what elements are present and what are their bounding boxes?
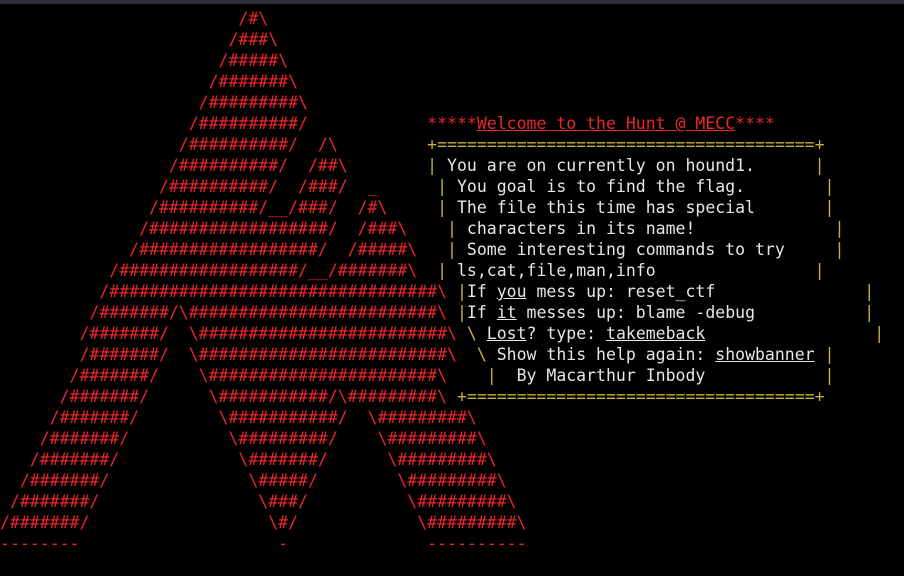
ascii-art-segment: /##################/__/#######\ xyxy=(0,261,418,280)
ascii-art-segment: /##################/ /#####\ xyxy=(0,240,418,259)
banner-border-segment: | xyxy=(655,261,825,280)
banner-border-segment: | xyxy=(407,219,467,238)
banner-text-segment: you xyxy=(496,282,527,301)
terminal-line: /#######/ \###/ \#########\ xyxy=(0,491,884,512)
banner-text-segment: takemeback xyxy=(606,324,706,343)
terminal-line: /#######/ \#########################\ \ … xyxy=(0,344,884,365)
ascii-art-segment: /###\ xyxy=(0,30,279,49)
ascii-art-segment: /#######/ \#/ \#########\ xyxy=(0,513,527,532)
terminal-line: /#######/ \#########################\ \ … xyxy=(0,323,884,344)
terminal-line: /##################/ /###\ | characters … xyxy=(0,218,884,239)
banner-text-segment: Show this help again: xyxy=(496,345,716,364)
terminal-line: /#######/ \###########/ \#########\ xyxy=(0,407,884,428)
banner-border-segment: | xyxy=(447,282,467,301)
ascii-art-segment: **** xyxy=(735,114,775,133)
terminal-line: /#######/ \#########/ \#########\ xyxy=(0,428,884,449)
banner-border-segment: | xyxy=(705,324,885,343)
ascii-art-segment: /#######/ \###########/\#########\ xyxy=(0,387,448,406)
banner-text-segment: By Macarthur Inbody xyxy=(516,366,706,385)
banner-border-segment: | xyxy=(417,261,457,280)
ascii-art-segment: /##########/__/###/ /#\ xyxy=(0,198,388,217)
banner-text-segment: Lost xyxy=(486,324,527,343)
banner-border-segment: | xyxy=(695,219,845,238)
banner-border-segment: +======================================+ xyxy=(337,135,825,154)
ascii-art-segment: Welcome to the Hunt @ MECC xyxy=(476,114,736,133)
terminal-line: /#######/ \#####/ \#########\ xyxy=(0,470,884,491)
banner-text-segment: You goal is to find the flag. xyxy=(456,177,746,196)
banner-border-segment: \ xyxy=(456,345,497,364)
banner-text-segment: ls,cat,file,man,info xyxy=(456,261,656,280)
terminal-line: /##########/__/###/ /#\ | The file this … xyxy=(0,197,884,218)
terminal-line: /#######/ \#/ \#########\ xyxy=(0,512,884,533)
ascii-art-segment: /##################/ /###\ xyxy=(0,219,408,238)
banner-text-segment: ? type: xyxy=(526,324,607,343)
ascii-art-segment: ***** xyxy=(307,114,477,133)
terminal-line: /##########/ /###/ _ | You goal is to fi… xyxy=(0,176,884,197)
ascii-art-segment: /#######/ \###########/ \#########\ xyxy=(0,408,477,427)
ascii-art-segment: /#######/ \#######################\ xyxy=(0,366,448,385)
terminal-line: /#########\ xyxy=(0,92,884,113)
ascii-art-segment: /##########/ /###/ _ xyxy=(0,177,378,196)
banner-border-segment: | xyxy=(755,303,875,322)
ascii-art-segment: /##########/ xyxy=(0,114,308,133)
banner-border-segment: | xyxy=(754,198,835,217)
ascii-art-segment: /#########\ xyxy=(0,93,308,112)
ascii-art-segment: /#######/ \#######/ \#########\ xyxy=(0,450,497,469)
terminal-output: /#\ /###\ /#####\ /#######\ /#########\ … xyxy=(0,8,884,554)
ascii-art-segment: /#######/ \###/ \#########\ xyxy=(0,492,517,511)
banner-border-segment: | xyxy=(347,156,448,175)
ascii-art-segment: /#######/\#########################\ xyxy=(0,303,448,322)
terminal-line: /#####\ xyxy=(0,50,884,71)
banner-border-segment: | xyxy=(387,198,457,217)
banner-border-segment: | xyxy=(377,177,457,196)
banner-text-segment: If xyxy=(466,303,497,322)
terminal-line: /#################################\ |If … xyxy=(0,281,884,302)
banner-text-segment: The file this time has special xyxy=(456,198,755,217)
terminal-line: /#######/ \#######/ \#########\ xyxy=(0,449,884,470)
banner-text-segment: showbanner xyxy=(715,345,815,364)
ascii-art-segment: /#######/ \#########################\ xyxy=(0,345,457,364)
ascii-art-segment: /#\ xyxy=(0,9,269,28)
terminal-window[interactable]: /#\ /###\ /#####\ /#######\ /#########\ … xyxy=(0,0,904,576)
banner-border-segment: | xyxy=(417,240,467,259)
terminal-line: /#######\ xyxy=(0,71,884,92)
ascii-art-segment: /#######/ \#########/ \#########\ xyxy=(0,429,487,448)
terminal-line: /#######/ \#######################\ | By… xyxy=(0,365,884,386)
banner-border-segment: | xyxy=(447,303,467,322)
ascii-art-segment: /#######/ \#####/ \#########\ xyxy=(0,471,507,490)
banner-border-segment: | xyxy=(447,366,517,385)
banner-text-segment: it xyxy=(496,303,517,322)
banner-border-segment: | xyxy=(814,345,835,364)
terminal-line: /#######/ \###########/\#########\ +====… xyxy=(0,386,884,407)
banner-text-segment: messes up: blame -debug xyxy=(516,303,756,322)
banner-border-segment: | xyxy=(784,240,845,259)
terminal-line: /##########/ /\ +=======================… xyxy=(0,134,884,155)
ascii-art-segment: /##########/ /##\ xyxy=(0,156,348,175)
ascii-art-segment: /#####\ xyxy=(0,51,289,70)
ascii-art-segment: /#######/ \#########################\ xyxy=(0,324,457,343)
banner-text-segment: If xyxy=(466,282,497,301)
banner-border-segment: +===================================+ xyxy=(447,387,825,406)
ascii-art-segment: /#################################\ xyxy=(0,282,448,301)
banner-border-segment: | xyxy=(705,366,835,385)
terminal-line: /##################/ /#####\ | Some inte… xyxy=(0,239,884,260)
banner-border-segment: | xyxy=(715,282,875,301)
terminal-line: -------- - ---------- xyxy=(0,533,884,554)
banner-text-segment: mess up: reset_ctf xyxy=(526,282,716,301)
terminal-line: /##########/ /##\ | You are on currently… xyxy=(0,155,884,176)
terminal-line: /###\ xyxy=(0,29,884,50)
ascii-art-segment: /##########/ /\ xyxy=(0,135,338,154)
ascii-art-segment: /#######\ xyxy=(0,72,299,91)
terminal-line: /#######/\#########################\ |If… xyxy=(0,302,884,323)
banner-text-segment: You are on currently on hound1. xyxy=(447,156,755,175)
terminal-line: /##################/__/#######\ | ls,cat… xyxy=(0,260,884,281)
banner-border-segment: \ xyxy=(456,324,487,343)
ascii-art-segment: -------- - ---------- xyxy=(0,534,527,553)
banner-border-segment: | xyxy=(745,177,835,196)
banner-border-segment: | xyxy=(754,156,825,175)
terminal-line: /#\ xyxy=(0,8,884,29)
banner-text-segment: Some interesting commands to try xyxy=(466,240,785,259)
terminal-line: /##########/ *****Welcome to the Hunt @ … xyxy=(0,113,884,134)
banner-text-segment: characters in its name! xyxy=(466,219,696,238)
